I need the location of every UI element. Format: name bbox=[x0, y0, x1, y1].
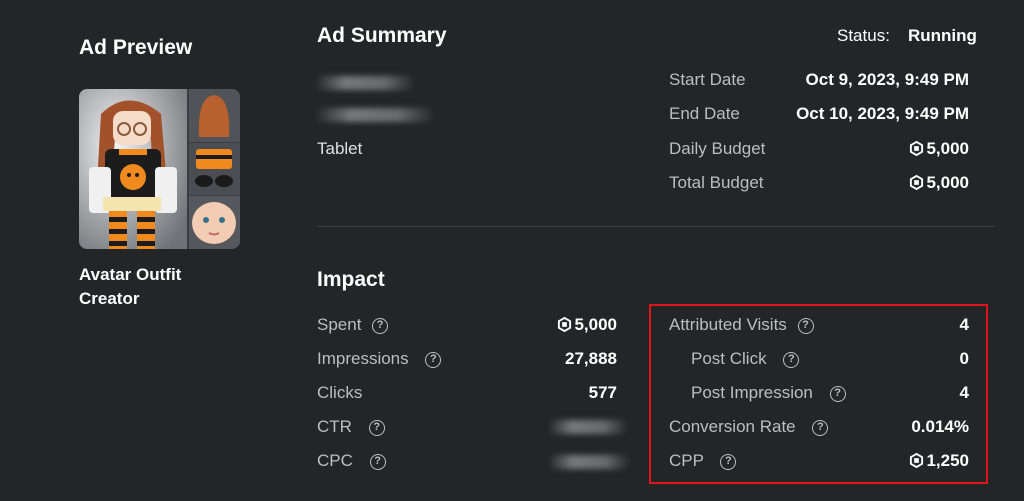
status-label: Status: bbox=[837, 26, 890, 45]
conversion-rate-value: 0.014% bbox=[911, 417, 969, 436]
start-date-label: Start Date bbox=[669, 70, 746, 89]
help-icon[interactable]: ? bbox=[425, 351, 442, 368]
help-icon[interactable]: ? bbox=[797, 317, 814, 334]
conversion-rate-label-text: Conversion Rate bbox=[669, 417, 796, 436]
post-click-label: Post Click ? bbox=[691, 349, 800, 369]
daily-budget-value: 5,000 bbox=[926, 139, 969, 158]
post-impression-value: 4 bbox=[959, 383, 969, 402]
daily-budget-amount: 5,000 bbox=[909, 139, 969, 159]
daily-budget-label: Daily Budget bbox=[669, 139, 766, 158]
spent-label: Spent ? bbox=[317, 315, 389, 335]
spent-label-text: Spent bbox=[317, 315, 362, 334]
attributed-visits-label-text: Attributed Visits bbox=[669, 315, 787, 334]
attributed-visits-label: Attributed Visits ? bbox=[669, 315, 814, 335]
robux-icon bbox=[558, 317, 572, 332]
total-budget-value: 5,000 bbox=[926, 173, 969, 192]
post-click-label-text: Post Click bbox=[691, 349, 767, 368]
help-icon[interactable]: ? bbox=[829, 385, 846, 402]
impressions-value: 27,888 bbox=[565, 349, 617, 368]
spent-value: 5,000 bbox=[574, 315, 617, 334]
ctr-label-text: CTR bbox=[317, 417, 352, 436]
impact-title: Impact bbox=[317, 268, 385, 291]
robux-icon bbox=[910, 141, 924, 156]
spent-amount: 5,000 bbox=[557, 315, 617, 335]
ad-preview-title: Ad Preview bbox=[79, 36, 193, 59]
cpc-label: CPC ? bbox=[317, 451, 386, 471]
attributed-visits-value: 4 bbox=[959, 315, 969, 334]
help-icon[interactable]: ? bbox=[720, 453, 737, 470]
post-impression-label: Post Impression ? bbox=[691, 383, 846, 403]
redacted-text bbox=[315, 76, 415, 90]
help-icon[interactable]: ? bbox=[369, 453, 386, 470]
section-divider bbox=[317, 226, 995, 227]
post-impression-label-text: Post Impression bbox=[691, 383, 813, 402]
cpc-label-text: CPC bbox=[317, 451, 353, 470]
robux-icon bbox=[910, 175, 924, 190]
help-icon[interactable]: ? bbox=[783, 351, 800, 368]
cpp-label: CPP ? bbox=[669, 451, 737, 471]
end-date-label: End Date bbox=[669, 104, 740, 123]
impressions-label-text: Impressions bbox=[317, 349, 409, 368]
redacted-cpc-value bbox=[548, 455, 630, 469]
ad-summary-title: Ad Summary bbox=[317, 24, 447, 47]
ad-name[interactable]: Avatar Outfit Creator bbox=[79, 263, 239, 311]
cpp-label-text: CPP bbox=[669, 451, 704, 470]
impressions-label: Impressions ? bbox=[317, 349, 442, 369]
redacted-ctr-value bbox=[548, 420, 628, 434]
redacted-text bbox=[315, 108, 435, 122]
total-budget-amount: 5,000 bbox=[909, 173, 969, 193]
total-budget-label: Total Budget bbox=[669, 173, 764, 192]
clicks-label: Clicks bbox=[317, 383, 363, 402]
post-click-value: 0 bbox=[959, 349, 969, 368]
conversion-rate-label: Conversion Rate ? bbox=[669, 417, 829, 437]
robux-icon bbox=[910, 453, 924, 468]
cpp-value: 1,250 bbox=[926, 451, 969, 470]
status-value: Running bbox=[908, 26, 977, 45]
ad-thumbnail[interactable] bbox=[79, 89, 240, 249]
start-date-value: Oct 9, 2023, 9:49 PM bbox=[805, 70, 969, 89]
end-date-value: Oct 10, 2023, 9:49 PM bbox=[796, 104, 969, 123]
help-icon[interactable]: ? bbox=[812, 419, 829, 436]
platform-text: Tablet bbox=[317, 139, 363, 158]
clicks-value: 577 bbox=[588, 383, 617, 402]
cpp-amount: 1,250 bbox=[909, 451, 969, 471]
help-icon[interactable]: ? bbox=[368, 419, 385, 436]
help-icon[interactable]: ? bbox=[372, 317, 389, 334]
ctr-label: CTR ? bbox=[317, 417, 385, 437]
